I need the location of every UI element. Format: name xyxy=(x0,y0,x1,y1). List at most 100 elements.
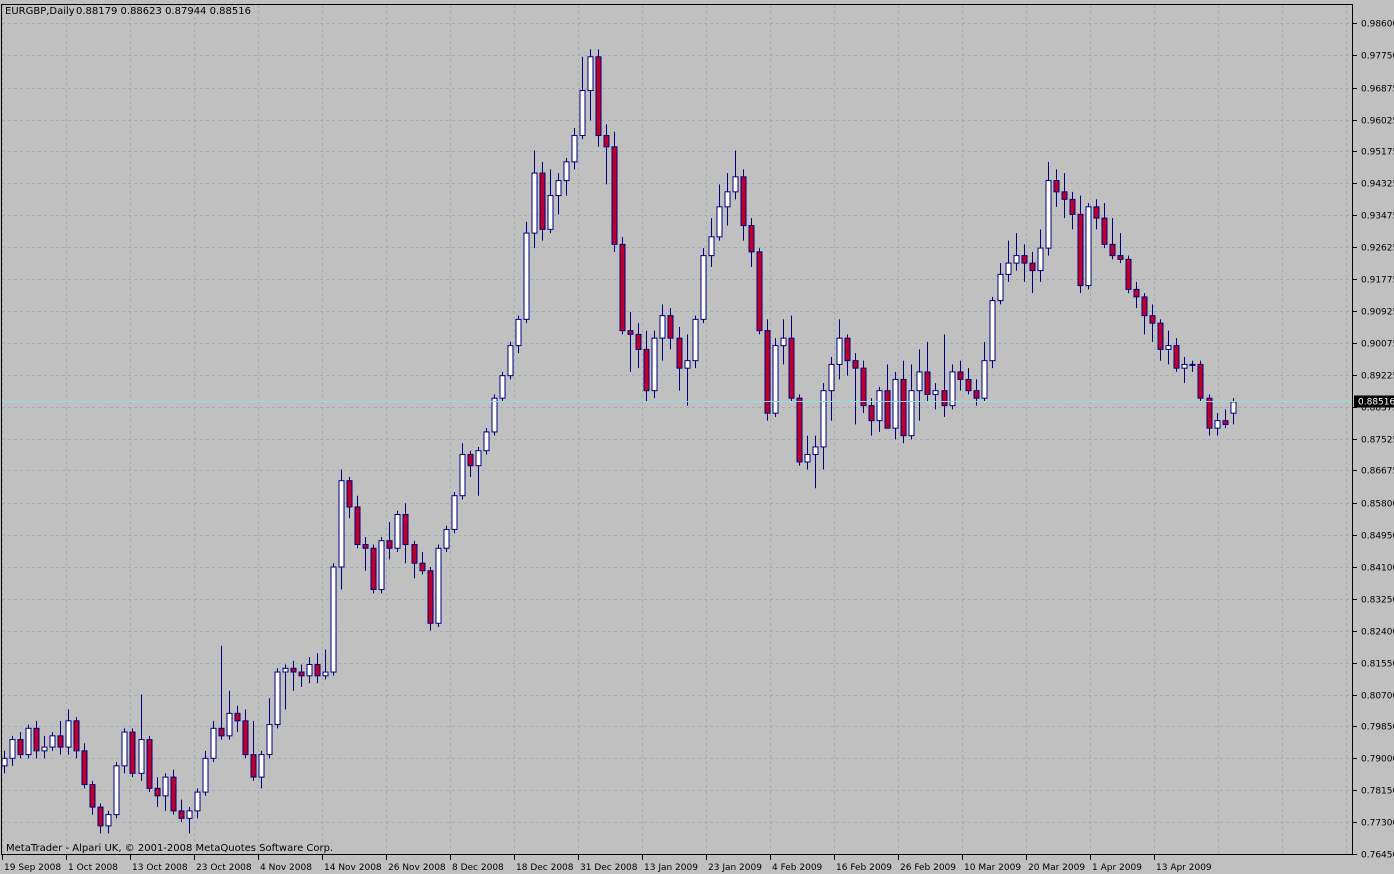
candle-body xyxy=(1125,258,1132,290)
candle-body xyxy=(338,480,345,568)
candle-body xyxy=(378,540,385,591)
candle-body xyxy=(129,731,136,774)
bull-candle xyxy=(692,315,699,369)
candle-body xyxy=(1149,315,1156,324)
y-tick-label: 0.86675 xyxy=(1361,467,1394,477)
candle-body xyxy=(475,450,482,467)
candle-body xyxy=(419,562,426,572)
candle-body xyxy=(427,570,434,624)
candle-body xyxy=(113,765,120,816)
candle-body xyxy=(772,345,779,414)
x-tick-label: 31 Dec 2008 xyxy=(580,863,638,873)
candle-body xyxy=(81,750,88,786)
y-tick-label: 0.97750 xyxy=(1361,52,1394,62)
candle-body xyxy=(900,378,907,437)
bear-candle xyxy=(427,566,434,631)
bull-candle xyxy=(1085,203,1092,290)
x-tick-label: 4 Nov 2008 xyxy=(260,863,312,873)
x-tick-label: 4 Feb 2009 xyxy=(772,863,823,873)
bear-candle xyxy=(1125,255,1132,294)
candle-body xyxy=(459,453,466,497)
candle-body xyxy=(997,273,1004,302)
candle-body xyxy=(804,453,811,463)
candle-body xyxy=(659,315,666,339)
candle-body xyxy=(146,739,153,789)
y-tick-label: 0.78150 xyxy=(1361,787,1394,797)
candle-body xyxy=(467,453,474,467)
candle-body xyxy=(1085,206,1092,287)
candle-body xyxy=(603,135,610,148)
candle-body xyxy=(732,176,739,193)
x-tick-label: 10 Mar 2009 xyxy=(964,863,1021,873)
candle-body xyxy=(194,791,201,812)
candle-body xyxy=(1157,322,1164,350)
candle-body xyxy=(844,337,851,362)
candle-body xyxy=(973,390,980,399)
candle-body xyxy=(1005,262,1012,275)
bull-candle xyxy=(113,762,120,819)
candle-body xyxy=(394,513,401,549)
symbol-label: EURGBP,Daily xyxy=(5,6,75,17)
candle-body xyxy=(234,712,241,722)
candle-body xyxy=(274,671,281,726)
candle-body xyxy=(949,371,956,407)
candle-body xyxy=(121,731,128,767)
candle-body xyxy=(507,345,514,377)
candle-body xyxy=(1077,213,1084,287)
y-tick-label: 0.91775 xyxy=(1361,276,1394,286)
y-tick-label: 0.89225 xyxy=(1361,372,1394,382)
candle-body xyxy=(97,806,104,827)
candle-body xyxy=(290,667,297,673)
candle-body xyxy=(1214,420,1221,429)
candle-body xyxy=(330,566,337,673)
candle-body xyxy=(932,390,939,395)
candle-body xyxy=(1230,401,1237,414)
y-tick-label: 0.82400 xyxy=(1361,628,1394,638)
bull-candle xyxy=(700,248,707,324)
candle-body xyxy=(635,333,642,350)
candle-body xyxy=(258,754,265,778)
price-chart[interactable]: 0.98600 0.97750 0.96875 0.96025 0.95175 0.943… xyxy=(0,0,1394,874)
candle-body xyxy=(523,232,530,320)
candle-body xyxy=(981,360,988,399)
bear-candle xyxy=(796,394,803,466)
candle-body xyxy=(1093,206,1100,219)
y-tick-label: 0.85800 xyxy=(1361,500,1394,510)
candle-body xyxy=(555,180,562,197)
candle-body xyxy=(892,378,899,429)
bull-candle xyxy=(378,536,385,594)
candle-body xyxy=(210,727,217,759)
bull-candle xyxy=(274,668,281,729)
candle-body xyxy=(1181,363,1188,369)
candle-body xyxy=(17,739,24,756)
y-tick-label: 0.92625 xyxy=(1361,244,1394,254)
candle-body xyxy=(1197,363,1204,399)
candle-body xyxy=(105,814,112,827)
candle-body xyxy=(1037,247,1044,272)
candle-body xyxy=(370,547,377,591)
candle-body xyxy=(362,543,369,549)
candle-body xyxy=(619,243,626,332)
candle-body xyxy=(138,739,145,774)
bull-candle xyxy=(491,394,498,436)
candle-body xyxy=(595,56,602,137)
candle-body xyxy=(667,315,674,339)
bull-candle xyxy=(25,724,32,759)
candle-body xyxy=(282,667,289,673)
candle-body xyxy=(1165,345,1172,350)
bear-candle xyxy=(860,360,867,414)
candle-body xyxy=(218,727,225,737)
candle-body xyxy=(483,431,490,452)
candle-body xyxy=(402,513,409,545)
candle-body xyxy=(1045,180,1052,249)
candle-body xyxy=(708,236,715,257)
candle-body xyxy=(154,787,161,797)
y-tick-label: 0.83250 xyxy=(1361,596,1394,606)
candle-body xyxy=(796,397,803,463)
candle-body xyxy=(89,784,96,808)
candle-body xyxy=(178,810,185,819)
candle-body xyxy=(724,191,731,208)
candle-body xyxy=(1013,255,1020,264)
candle-body xyxy=(346,480,353,508)
candle-body xyxy=(700,255,707,320)
